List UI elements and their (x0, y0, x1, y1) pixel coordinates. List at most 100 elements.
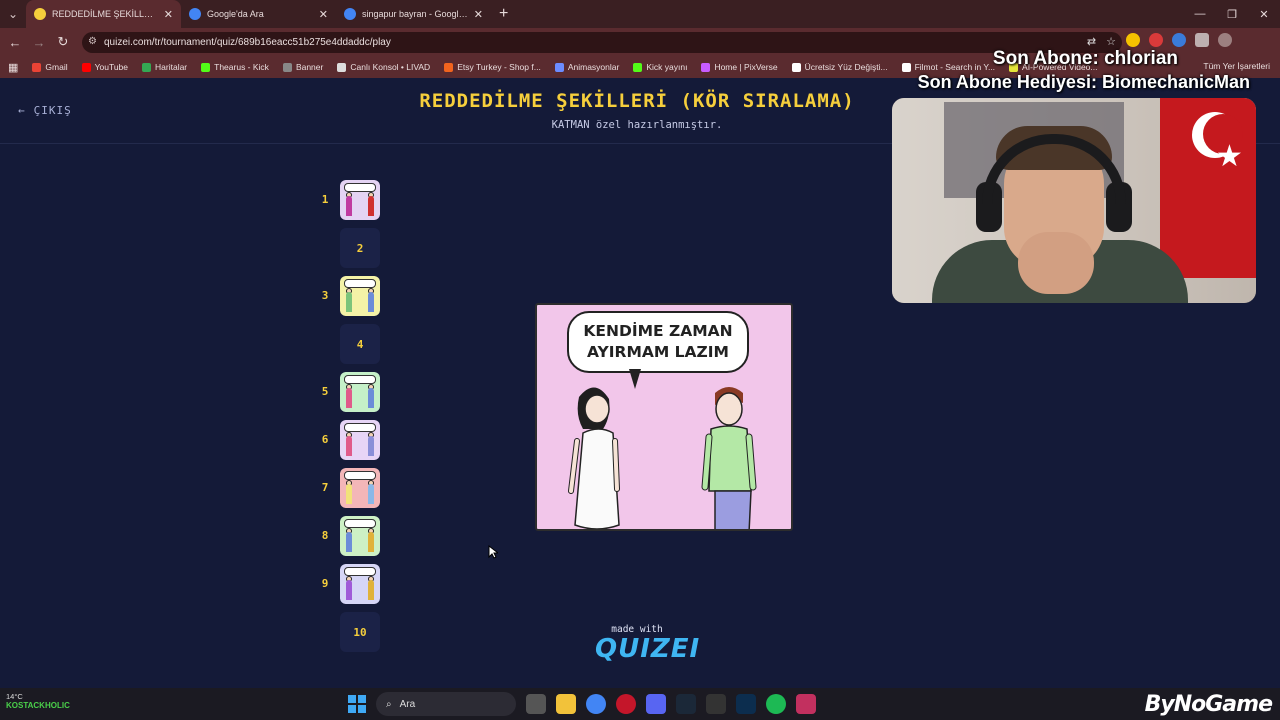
extension-icon[interactable] (1149, 33, 1163, 47)
steam-icon[interactable] (676, 694, 696, 714)
bookmark-favicon-icon (337, 62, 347, 72)
empty-rank-slot[interactable]: 2 (340, 228, 380, 268)
extension-icon[interactable] (1126, 33, 1140, 47)
photoshop-icon[interactable] (736, 694, 756, 714)
task-view-icon[interactable] (526, 694, 546, 714)
translate-icon[interactable]: ⇄ (1087, 35, 1096, 48)
taskbar-search[interactable]: ⌕ Ara (376, 692, 516, 716)
close-tab-icon[interactable]: ✕ (164, 8, 173, 21)
bookmark-favicon-icon (201, 62, 211, 72)
webcam-overlay: ★ (892, 98, 1256, 303)
rank-thumbnail[interactable] (340, 516, 380, 556)
rank-slot-4[interactable]: 4 (316, 324, 386, 366)
extension-icons (1126, 33, 1232, 47)
rank-slot-5[interactable]: 5 (316, 372, 386, 414)
bookmark-item[interactable]: Kick yayını (633, 62, 687, 72)
reload-icon[interactable]: ↻ (51, 30, 75, 54)
last-gift-subscriber: Son Abone Hediyesi: BiomechanicMan (917, 72, 1250, 92)
last-subscriber: Son Abone: chlorian (992, 48, 1178, 69)
taskbar-apps: ⌕ Ara (348, 691, 816, 717)
rank-slot-2[interactable]: 2 (316, 228, 386, 270)
bookmark-label: Animasyonlar (567, 62, 620, 72)
bookmark-label: Thearus - Kick (214, 62, 269, 72)
tab-title: REDDEDİLME ŞEKİLLERİ (KÖR SIRALAMA) (52, 9, 158, 19)
bookmark-item[interactable]: Filmot - Search in Y... (901, 62, 995, 72)
rank-slot-7[interactable]: 7 (316, 468, 386, 510)
weather-temp: 14°C (6, 692, 23, 701)
quizei-logo[interactable]: QUIZEI (595, 634, 699, 666)
windows-start-icon[interactable] (348, 695, 366, 713)
bookmark-item[interactable]: Animasyonlar (554, 62, 620, 72)
bookmark-item[interactable]: Thearus - Kick (201, 62, 269, 72)
empty-rank-slot[interactable]: 4 (340, 324, 380, 364)
rank-thumbnail[interactable] (340, 180, 380, 220)
bookmark-label: Canlı Konsol • LIVAD (350, 62, 431, 72)
profile-avatar-icon[interactable] (1218, 33, 1232, 47)
rank-slot-3[interactable]: 3 (316, 276, 386, 318)
rank-thumbnail[interactable] (340, 420, 380, 460)
bookmark-item[interactable]: Haritalar (142, 62, 187, 72)
bookmark-item[interactable]: Banner (282, 62, 323, 72)
new-tab-button[interactable]: + (499, 5, 508, 23)
spotify-icon[interactable] (766, 694, 786, 714)
current-quiz-card[interactable]: KENDİME ZAMAN AYIRMAM LAZIM (535, 303, 793, 531)
bookmark-favicon-icon (32, 62, 42, 72)
rank-thumbnail[interactable] (340, 468, 380, 508)
back-icon[interactable]: ← (3, 30, 27, 54)
rank-slot-1[interactable]: 1 (316, 180, 386, 222)
bookmark-item[interactable]: YouTube (81, 62, 128, 72)
browser-tab[interactable]: REDDEDİLME ŞEKİLLERİ (KÖR SIRALAMA) ✕ (26, 0, 181, 28)
site-info-icon[interactable]: ⚙ (88, 36, 97, 47)
rank-slot-9[interactable]: 9 (316, 564, 386, 606)
bookmark-favicon-icon (444, 62, 454, 72)
discord-icon[interactable] (646, 694, 666, 714)
rank-number: 4 (356, 337, 364, 351)
bookmark-favicon-icon (554, 62, 564, 72)
bookmark-favicon-icon (282, 62, 292, 72)
tab-strip: ⌄ REDDEDİLME ŞEKİLLERİ (KÖR SIRALAMA)✕Go… (0, 0, 1280, 28)
all-bookmarks-link[interactable]: Tüm Yer İşaretleri (1203, 61, 1270, 71)
rank-thumbnail[interactable] (340, 564, 380, 604)
file-explorer-icon[interactable] (556, 694, 576, 714)
browser-tab[interactable]: Google'da Ara ✕ (181, 0, 336, 28)
bynogame-logo: ByNoGame (1144, 692, 1273, 717)
rank-slot-8[interactable]: 8 (316, 516, 386, 558)
rank-slot-6[interactable]: 6 (316, 420, 386, 462)
bookmark-item[interactable]: Gmail (32, 62, 68, 72)
restore-icon[interactable]: ❐ (1216, 0, 1248, 28)
close-window-icon[interactable]: ✕ (1248, 0, 1280, 28)
comic-illustration (568, 387, 757, 529)
taskbar-search-label: Ara (399, 698, 416, 710)
rank-thumbnail[interactable] (340, 276, 380, 316)
rank-number: 2 (356, 241, 364, 255)
puzzle-icon[interactable] (1195, 33, 1209, 47)
mouse-cursor-icon (488, 545, 498, 559)
bookmark-label: Haritalar (155, 62, 188, 72)
browser-tab[interactable]: singapur bayran - Google'da Ara ✕ (336, 0, 491, 28)
bookmark-item[interactable]: Home | PixVerse (701, 62, 778, 72)
rank-thumbnail[interactable] (340, 372, 380, 412)
tab-search-icon[interactable]: ⌄ (0, 0, 26, 28)
opera-icon[interactable] (616, 694, 636, 714)
rank-number: 7 (321, 481, 329, 494)
address-bar[interactable]: ⚙ quizei.com/tr/tournament/quiz/689b16ea… (82, 32, 1122, 53)
app-icon[interactable] (796, 694, 816, 714)
bookmark-item[interactable]: Etsy Turkey - Shop f... (444, 62, 541, 72)
minimize-icon[interactable]: — (1184, 0, 1216, 28)
window-controls: — ❐ ✕ (1184, 0, 1280, 28)
weather-widget[interactable]: 14°C KOSTACKHOLIC (6, 692, 70, 711)
bookmark-item[interactable]: Ücretsiz Yüz Değişti... (791, 62, 888, 72)
epic-icon[interactable] (706, 694, 726, 714)
apps-grid-icon[interactable]: ▦ (8, 61, 18, 74)
chrome-icon[interactable] (586, 694, 606, 714)
bookmark-label: Home | PixVerse (714, 62, 778, 72)
bookmark-item[interactable]: Canlı Konsol • LIVAD (337, 62, 430, 72)
tab-favicon-icon (34, 8, 46, 20)
tab-title: Google'da Ara (207, 9, 264, 19)
bookmark-star-icon[interactable]: ☆ (1106, 35, 1116, 48)
forward-icon[interactable]: → (27, 30, 51, 54)
close-tab-icon[interactable]: ✕ (319, 8, 328, 21)
search-icon: ⌕ (386, 698, 392, 710)
close-tab-icon[interactable]: ✕ (474, 8, 483, 21)
extension-icon[interactable] (1172, 33, 1186, 47)
